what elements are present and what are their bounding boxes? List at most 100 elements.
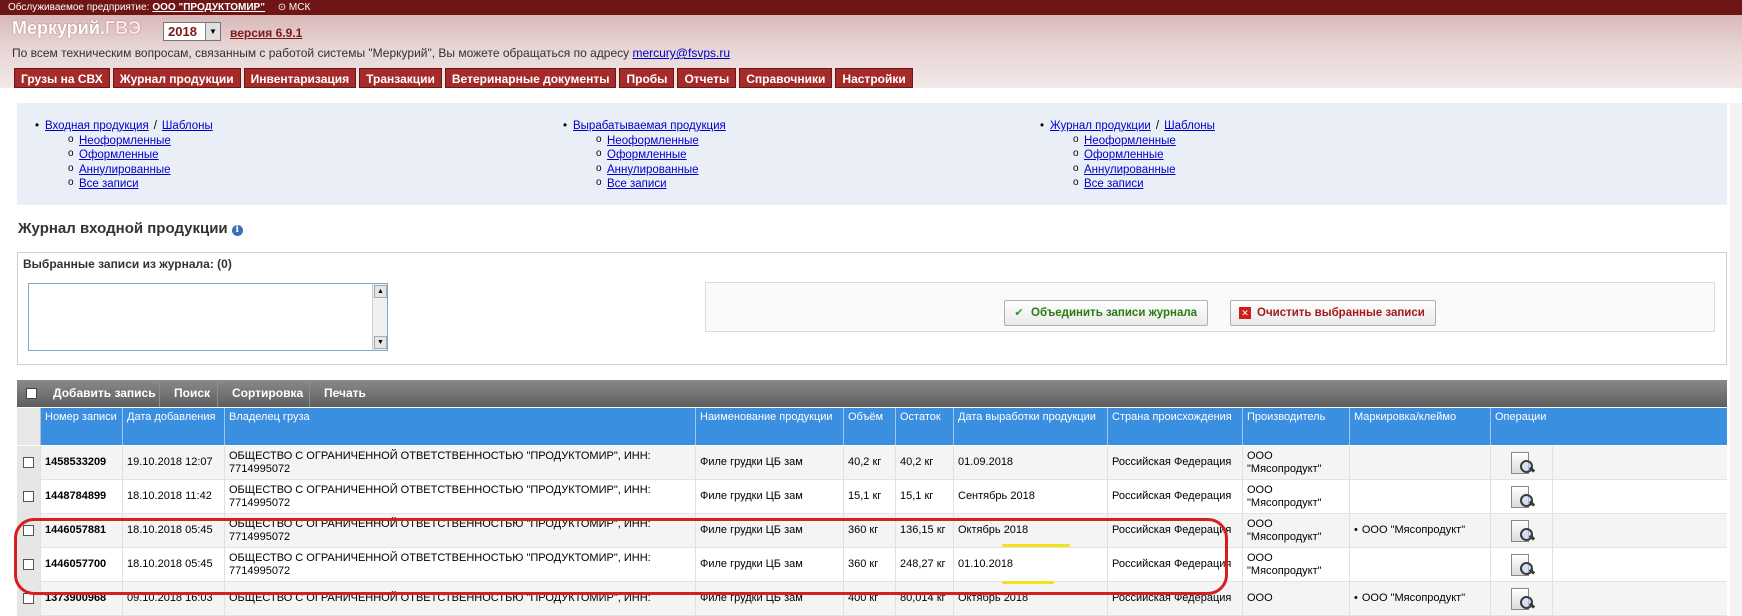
production-date: 01.10.2018 xyxy=(954,548,1108,581)
col-marking[interactable]: Маркировка/клеймо xyxy=(1350,408,1491,445)
operations-cell xyxy=(1491,548,1553,581)
incoming-products-link[interactable]: Входная продукция xyxy=(45,120,149,132)
origin-country: Российская Федерация xyxy=(1108,446,1243,479)
print-button[interactable]: Печать xyxy=(309,380,380,407)
rest: 80,014 кг xyxy=(896,582,954,615)
view-record-icon[interactable] xyxy=(1509,451,1535,475)
add-record-button[interactable]: Добавить запись xyxy=(39,380,170,407)
page-scrollbar[interactable] xyxy=(1730,103,1742,616)
info-icon[interactable]: i xyxy=(231,225,243,236)
marking: ООО "Мясопродукт" xyxy=(1350,514,1491,547)
product-name: Филе грудки ЦБ зам xyxy=(696,514,844,547)
journal-all-link[interactable]: Все записи xyxy=(1084,178,1144,190)
date-added: 19.10.2018 12:07 xyxy=(123,446,225,479)
incoming-unprocessed-link[interactable]: Неоформленные xyxy=(79,135,171,147)
view-record-icon[interactable] xyxy=(1509,485,1535,509)
nav-tab[interactable]: Ветеринарные документы xyxy=(444,68,617,88)
selected-records-scrollbar[interactable]: ▲ ▼ xyxy=(372,284,387,350)
produced-products-link[interactable]: Вырабатываемая продукция xyxy=(573,120,726,132)
origin-country: Российская Федерация xyxy=(1108,582,1243,615)
incoming-templates-link[interactable]: Шаблоны xyxy=(162,120,213,132)
nav-tab[interactable]: Отчеты xyxy=(677,68,737,88)
table-row[interactable]: 1373900968 09.10.2018 16:03 ОБЩЕСТВО С ОГР… xyxy=(17,582,1727,616)
scroll-down-icon[interactable]: ▼ xyxy=(374,336,387,349)
col-operations[interactable]: Операции xyxy=(1491,408,1553,445)
date-added: 18.10.2018 11:42 xyxy=(123,480,225,513)
row-checkbox[interactable] xyxy=(23,491,34,502)
journal-products-link[interactable]: Журнал продукции xyxy=(1050,120,1151,132)
row-checkbox-cell xyxy=(17,514,41,547)
col-owner[interactable]: Владелец груза xyxy=(225,408,696,445)
produced-processed-link[interactable]: Оформленные xyxy=(607,149,687,161)
nav-tab[interactable]: Справочники xyxy=(739,68,833,88)
producer: ООО "Мясопродукт" xyxy=(1243,514,1350,547)
row-checkbox[interactable] xyxy=(23,593,34,604)
row-checkbox[interactable] xyxy=(23,457,34,468)
col-country[interactable]: Страна происхождения xyxy=(1108,408,1243,445)
page-title: Журнал входной продукции i xyxy=(18,220,243,237)
org-link[interactable]: ООО "ПРОДУКТОМИР" xyxy=(152,2,265,13)
journal-processed-link[interactable]: Оформленные xyxy=(1084,149,1164,161)
col-number[interactable]: Номер записи xyxy=(41,408,123,445)
operations-cell xyxy=(1491,480,1553,513)
cargo-owner: ОБЩЕСТВО С ОГРАНИЧЕННОЙ ОТВЕТСТВЕННОСТЬЮ… xyxy=(225,582,696,615)
producer: ООО "Мясопродукт" xyxy=(1243,446,1350,479)
incoming-processed-link[interactable]: Оформленные xyxy=(79,149,159,161)
table-row[interactable]: 1448784899 18.10.2018 11:42 ОБЩЕСТВО С ОГР… xyxy=(17,480,1727,514)
nav-tab[interactable]: Пробы xyxy=(619,68,675,88)
row-checkbox[interactable] xyxy=(23,525,34,536)
col-volume[interactable]: Объём xyxy=(844,408,896,445)
record-number: 1446057700 xyxy=(41,548,123,581)
marking xyxy=(1350,548,1491,581)
operations-cell xyxy=(1491,446,1553,479)
row-checkbox[interactable] xyxy=(23,559,34,570)
col-date-added[interactable]: Дата добавления xyxy=(123,408,225,445)
view-record-icon[interactable] xyxy=(1509,553,1535,577)
scroll-up-icon[interactable]: ▲ xyxy=(374,285,387,298)
cargo-owner: ОБЩЕСТВО С ОГРАНИЧЕННОЙ ОТВЕТСТВЕННОСТЬЮ… xyxy=(225,514,696,547)
journal-unprocessed-link[interactable]: Неоформленные xyxy=(1084,135,1176,147)
journal-cancelled-link[interactable]: Аннулированные xyxy=(1084,164,1176,176)
incoming-cancelled-link[interactable]: Аннулированные xyxy=(79,164,171,176)
org-label: Обслуживаемое предприятие: xyxy=(8,2,150,13)
incoming-all-link[interactable]: Все записи xyxy=(79,178,139,190)
table-row[interactable]: 1446057881 18.10.2018 05:45 ОБЩЕСТВО С ОГР… xyxy=(17,514,1727,548)
support-email-link[interactable]: mercury@fsvps.ru xyxy=(632,46,730,60)
quick-links-produced: Вырабатываемая продукция Неоформленные О… xyxy=(563,119,726,192)
view-record-icon[interactable] xyxy=(1509,519,1535,543)
col-producer[interactable]: Производитель xyxy=(1243,408,1350,445)
selected-records-title: Выбранные записи из журнала: (0) xyxy=(23,257,232,271)
volume: 40,2 кг xyxy=(844,446,896,479)
quick-links-incoming: Входная продукция/Шаблоны Неоформленные … xyxy=(35,119,213,192)
support-text: По всем техническим вопросам, связанным … xyxy=(12,46,730,60)
col-rest[interactable]: Остаток xyxy=(896,408,954,445)
journal-templates-link[interactable]: Шаблоны xyxy=(1164,120,1215,132)
nav-tab[interactable]: Грузы на СВХ xyxy=(14,68,110,88)
nav-tab[interactable]: Настройки xyxy=(835,68,913,88)
row-checkbox-cell xyxy=(17,446,41,479)
col-product-name[interactable]: Наименование продукции xyxy=(696,408,844,445)
year-select[interactable]: 2018 ▼ xyxy=(163,22,221,41)
nav-tab[interactable]: Инвентаризация xyxy=(243,68,357,88)
chevron-down-icon[interactable]: ▼ xyxy=(205,23,220,40)
production-date: Октябрь 2018 xyxy=(954,514,1108,547)
merge-records-button[interactable]: ✔ Объединить записи журнала xyxy=(1004,300,1209,326)
sort-button[interactable]: Сортировка xyxy=(217,380,317,407)
clear-selection-button[interactable]: ✕ Очистить выбранные записи xyxy=(1230,300,1436,326)
view-record-icon[interactable] xyxy=(1509,587,1535,611)
grid-toolbar: Добавить запись Поиск Сортировка Печать xyxy=(17,380,1727,407)
version-link[interactable]: версия 6.9.1 xyxy=(230,26,302,40)
select-all-checkbox[interactable] xyxy=(26,388,37,399)
produced-cancelled-link[interactable]: Аннулированные xyxy=(607,164,699,176)
nav-tab[interactable]: Транзакции xyxy=(359,68,442,88)
produced-all-link[interactable]: Все записи xyxy=(607,178,667,190)
col-production-date[interactable]: Дата выработки продукции xyxy=(954,408,1108,445)
selected-records-list[interactable]: ▲ ▼ xyxy=(28,283,388,351)
table-row[interactable]: 1446057700 18.10.2018 05:45 ОБЩЕСТВО С ОГР… xyxy=(17,548,1727,582)
table-row[interactable]: 1458533209 19.10.2018 12:07 ОБЩЕСТВО С ОГР… xyxy=(17,446,1727,480)
produced-unprocessed-link[interactable]: Неоформленные xyxy=(607,135,699,147)
production-date: 01.09.2018 xyxy=(954,446,1108,479)
quick-links-panel: Входная продукция/Шаблоны Неоформленные … xyxy=(17,103,1727,205)
nav-tab[interactable]: Журнал продукции xyxy=(112,68,241,88)
search-button[interactable]: Поиск xyxy=(159,380,224,407)
